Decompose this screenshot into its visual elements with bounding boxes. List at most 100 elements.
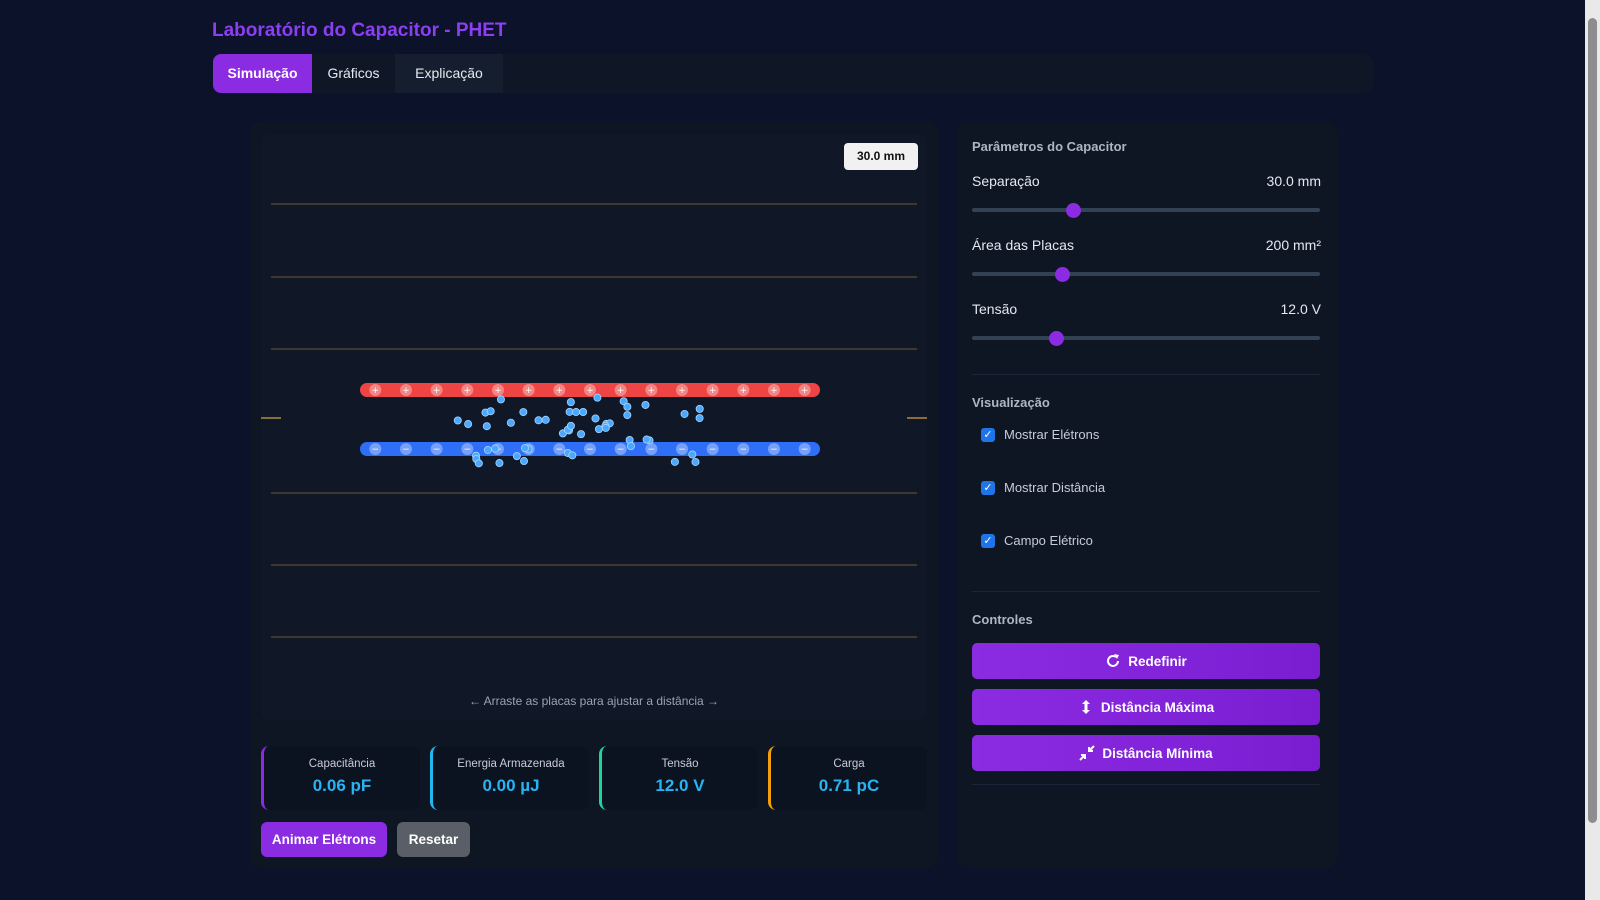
tab-graficos[interactable]: Gráficos — [312, 54, 395, 93]
page-scrollbar[interactable] — [1585, 0, 1600, 900]
reset-button[interactable]: Resetar — [397, 822, 470, 857]
charge-symbol: − — [433, 445, 441, 455]
free-electron — [486, 407, 495, 416]
slider-thumb[interactable] — [1055, 267, 1071, 282]
free-electron — [623, 402, 632, 411]
free-electron — [572, 408, 581, 417]
charge-symbol: − — [464, 445, 472, 455]
free-electron — [579, 407, 588, 416]
show-electrons-label: Mostrar Elétrons — [1004, 427, 1100, 442]
max-distance-button[interactable]: Distância Máxima — [972, 689, 1320, 725]
stat-charge: Carga 0.71 pC — [768, 746, 927, 810]
free-electron — [482, 422, 491, 431]
divider — [972, 591, 1320, 592]
slider-thumb[interactable] — [1065, 203, 1081, 218]
charge-symbol: − — [678, 445, 686, 455]
free-electron — [680, 409, 689, 418]
free-electron — [626, 442, 635, 451]
free-electron — [670, 457, 679, 466]
charge-symbol: + — [770, 386, 778, 396]
area-slider[interactable] — [972, 267, 1320, 282]
area-value: 200 mm² — [1265, 237, 1321, 253]
stat-value: 0.71 pC — [818, 776, 880, 795]
voltage-slider[interactable] — [972, 331, 1320, 346]
free-electron — [566, 421, 575, 430]
free-electron — [577, 430, 586, 439]
separation-slider[interactable] — [972, 203, 1320, 218]
drag-hint: ← Arraste as placas para ajustar a distâ… — [468, 694, 720, 708]
redo-icon — [1107, 654, 1120, 667]
charge-symbol: − — [556, 445, 564, 455]
charge-symbol: − — [648, 445, 656, 455]
capacitor-scene: +++++++++++++++−−−−−−−−−−−−−−− — [261, 203, 927, 638]
charge-symbol: + — [648, 386, 656, 396]
free-electron — [520, 444, 529, 453]
stat-capacitance: Capacitância 0.06 pF — [261, 746, 420, 810]
slider-track — [972, 208, 1320, 212]
charge-symbol: + — [678, 386, 686, 396]
free-electron — [601, 423, 610, 432]
free-electron — [593, 393, 602, 402]
charge-symbol: + — [464, 386, 472, 396]
max-distance-label: Distância Máxima — [1100, 699, 1215, 715]
free-electron — [623, 411, 632, 420]
free-electron — [534, 416, 543, 425]
charge-symbol: + — [433, 386, 441, 396]
redefine-button[interactable]: Redefinir — [972, 643, 1320, 679]
visualization-title: Visualização — [972, 395, 1050, 410]
distance-badge: 30.0 mm — [844, 143, 918, 170]
charge-symbol: + — [801, 386, 809, 396]
free-electron — [496, 395, 505, 404]
free-electron — [491, 444, 500, 453]
stat-energy: Energia Armazenada 0.00 µJ — [430, 746, 589, 810]
tab-simulacao[interactable]: Simulação — [213, 54, 312, 93]
charge-symbol: − — [801, 445, 809, 455]
capacitor-canvas[interactable]: +++++++++++++++−−−−−−−−−−−−−−− 30.0 mm ←… — [261, 134, 927, 720]
charge-symbol: + — [617, 386, 625, 396]
min-distance-label: Distância Mínima — [1102, 745, 1213, 761]
checkbox-checked-icon[interactable]: ✓ — [981, 534, 995, 548]
charge-symbol: + — [372, 386, 380, 396]
controls-title: Controles — [972, 612, 1033, 627]
divider — [972, 374, 1320, 375]
min-distance-button[interactable]: Distância Mínima — [972, 735, 1320, 771]
charge-symbol: − — [617, 445, 625, 455]
parameters-panel: Parâmetros do Capacitor Separação 30.0 m… — [957, 121, 1337, 868]
separation-label: Separação — [972, 173, 1040, 189]
free-electron — [591, 414, 600, 423]
free-electron — [520, 457, 529, 466]
tab-explicacao[interactable]: Explicação — [395, 54, 503, 93]
stat-value: 0.06 pF — [312, 776, 372, 795]
free-electron — [566, 398, 575, 407]
charge-symbol: + — [586, 386, 594, 396]
slider-track — [972, 272, 1320, 276]
checkbox-checked-icon[interactable]: ✓ — [981, 428, 995, 442]
free-electron — [641, 400, 650, 409]
checkbox-checked-icon[interactable]: ✓ — [981, 481, 995, 495]
divider — [972, 784, 1320, 785]
free-electron — [691, 457, 700, 466]
stat-value: 12.0 V — [655, 776, 705, 795]
voltage-label: Tensão — [972, 301, 1018, 317]
animate-electrons-button[interactable]: Animar Elétrons — [261, 822, 387, 857]
charge-symbol: + — [556, 386, 564, 396]
slider-thumb[interactable] — [1048, 331, 1064, 346]
free-electron — [453, 416, 462, 425]
free-electron — [483, 445, 492, 454]
free-electron — [568, 451, 577, 460]
free-electron — [512, 452, 521, 461]
slider-track — [972, 336, 1320, 340]
parameters-title: Parâmetros do Capacitor — [972, 139, 1127, 154]
charge-symbol: − — [740, 445, 748, 455]
app-title: Laboratório do Capacitor - PHET — [212, 20, 507, 41]
charge-symbol: − — [372, 445, 380, 455]
electric-field-label: Campo Elétrico — [1004, 533, 1093, 548]
free-electron — [519, 408, 528, 417]
free-electron — [688, 450, 697, 459]
charge-symbol: − — [709, 445, 717, 455]
charge-symbol: − — [402, 445, 410, 455]
scrollbar-thumb[interactable] — [1588, 18, 1597, 823]
free-electron — [506, 418, 515, 427]
arrows-vertical-icon — [1081, 700, 1090, 714]
separation-value: 30.0 mm — [1266, 173, 1321, 189]
